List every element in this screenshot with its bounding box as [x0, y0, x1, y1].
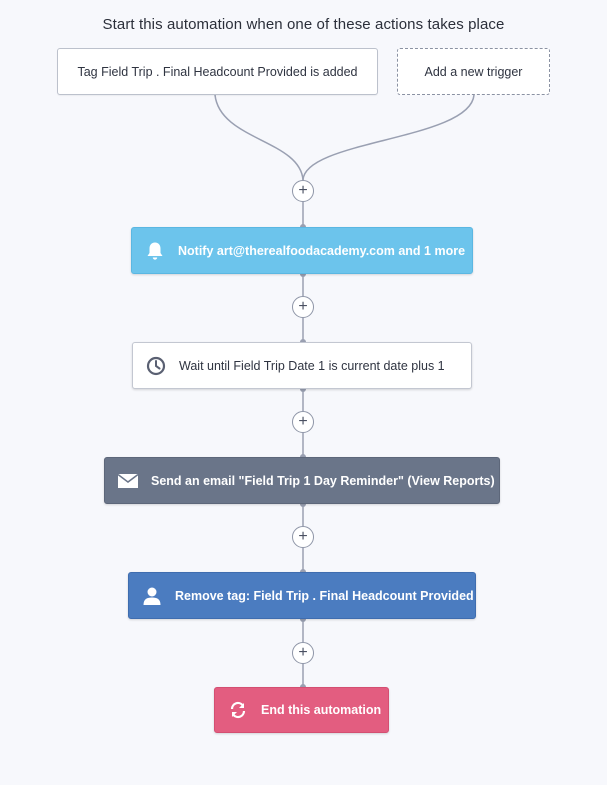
trigger-label: Tag Field Trip . Final Headcount Provide…: [77, 64, 358, 79]
step-wait[interactable]: Wait until Field Trip Date 1 is current …: [132, 342, 472, 389]
flow-connectors: [214, 94, 475, 690]
trigger-tag-added[interactable]: Tag Field Trip . Final Headcount Provide…: [57, 48, 378, 95]
envelope-icon: [117, 470, 139, 492]
plus-icon: +: [298, 644, 308, 661]
add-trigger-label: Add a new trigger: [424, 64, 523, 79]
plus-icon: +: [298, 182, 308, 199]
step-send-email[interactable]: Send an email "Field Trip 1 Day Reminder…: [104, 457, 500, 504]
bell-icon: [144, 240, 166, 262]
plus-icon: +: [298, 298, 308, 315]
step-label: Send an email "Field Trip 1 Day Reminder…: [151, 473, 495, 488]
add-step-button[interactable]: +: [292, 642, 314, 664]
step-remove-tag[interactable]: Remove tag: Field Trip . Final Headcount…: [128, 572, 476, 619]
add-step-button[interactable]: +: [292, 411, 314, 433]
step-label: Notify art@therealfoodacademy.com and 1 …: [178, 243, 466, 258]
add-trigger-button[interactable]: Add a new trigger: [397, 48, 550, 95]
step-end-automation[interactable]: End this automation: [214, 687, 389, 733]
plus-icon: +: [298, 413, 308, 430]
step-label: Wait until Field Trip Date 1 is current …: [179, 358, 445, 373]
add-step-button[interactable]: +: [292, 180, 314, 202]
add-step-button[interactable]: +: [292, 296, 314, 318]
loop-arrows-icon: [227, 699, 249, 721]
clock-icon: [145, 355, 167, 377]
step-label: Remove tag: Field Trip . Final Headcount…: [175, 588, 474, 603]
add-step-button[interactable]: +: [292, 526, 314, 548]
user-icon: [141, 585, 163, 607]
step-notify[interactable]: Notify art@therealfoodacademy.com and 1 …: [131, 227, 473, 274]
step-label: End this automation: [261, 703, 382, 717]
plus-icon: +: [298, 528, 308, 545]
